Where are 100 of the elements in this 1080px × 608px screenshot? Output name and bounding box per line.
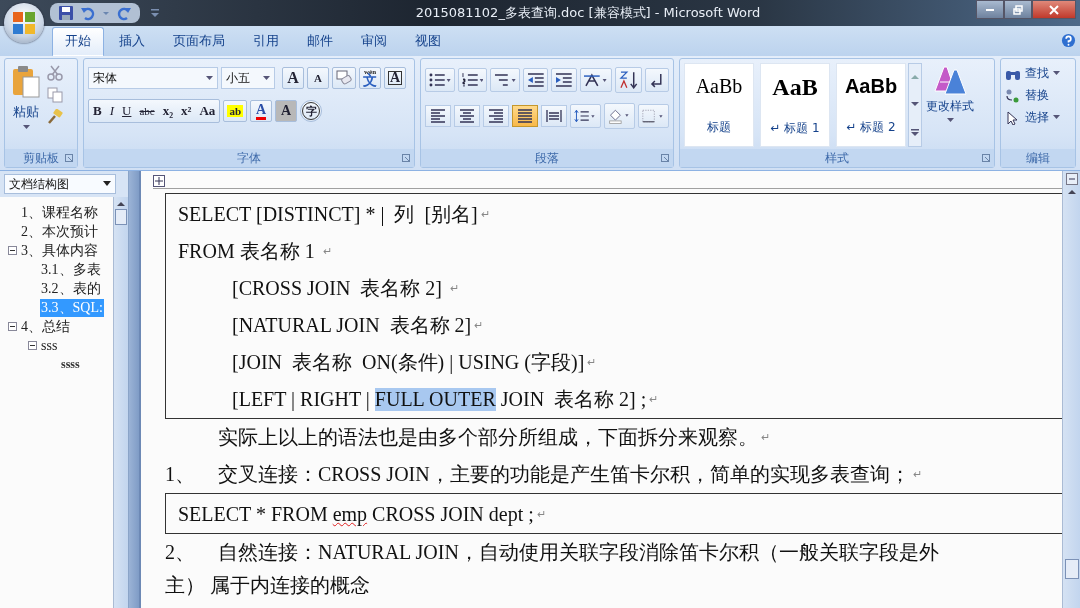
outline-item[interactable]: 2、本次预计 bbox=[20, 222, 99, 241]
window-title: 2015081102_多表查询.doc [兼容模式] - Microsoft Word bbox=[414, 4, 762, 22]
dialog-launcher-icon[interactable] bbox=[65, 154, 73, 162]
scroll-thumb[interactable] bbox=[115, 209, 127, 225]
dialog-launcher-icon[interactable] bbox=[402, 154, 410, 162]
group-title: 字体 bbox=[237, 149, 261, 167]
sort-icon[interactable] bbox=[614, 67, 643, 93]
save-icon[interactable] bbox=[58, 5, 74, 21]
dialog-launcher-icon[interactable] bbox=[982, 154, 990, 162]
multilevel-list-icon[interactable] bbox=[490, 68, 520, 92]
format-button[interactable]: U bbox=[118, 100, 136, 122]
align-button[interactable] bbox=[512, 105, 538, 127]
ribbon-tab[interactable]: 审阅 bbox=[348, 27, 400, 56]
scroll-up-icon[interactable] bbox=[1066, 189, 1077, 195]
restore-button[interactable] bbox=[1004, 0, 1032, 19]
more-icon[interactable] bbox=[911, 127, 919, 136]
minimize-button[interactable] bbox=[976, 0, 1004, 19]
customize-icon[interactable] bbox=[150, 7, 160, 19]
format-button[interactable]: x₂ bbox=[158, 100, 178, 122]
office-button[interactable] bbox=[4, 3, 44, 43]
align-icon bbox=[546, 109, 562, 123]
style-preset[interactable]: AaB ↵ 标题 1 bbox=[760, 63, 830, 147]
font-name-field[interactable]: 宋体 bbox=[88, 67, 218, 89]
change-styles-button[interactable]: 更改样式 bbox=[924, 63, 976, 147]
character-border-button[interactable]: A bbox=[384, 67, 406, 89]
group-title: 剪贴板 bbox=[23, 149, 59, 167]
scroll-up-icon[interactable] bbox=[116, 201, 126, 207]
align-button[interactable] bbox=[483, 105, 509, 127]
redo-icon[interactable] bbox=[116, 5, 132, 21]
font-color-button[interactable]: A bbox=[250, 100, 272, 122]
format-button[interactable]: abc bbox=[135, 100, 159, 122]
align-button[interactable] bbox=[454, 105, 480, 127]
caret-icon bbox=[1053, 71, 1060, 76]
scrollbar[interactable] bbox=[1062, 171, 1080, 608]
edit-command[interactable]: 查找 bbox=[1005, 65, 1071, 82]
dialog-launcher-icon[interactable] bbox=[661, 154, 669, 162]
align-icon bbox=[517, 109, 533, 123]
edit-command[interactable]: 选择 bbox=[1005, 109, 1071, 126]
table-move-handle-icon[interactable] bbox=[153, 175, 165, 187]
outline-item[interactable]: 4、总结 bbox=[20, 317, 71, 336]
shrink-font-button[interactable]: A bbox=[307, 67, 329, 89]
dropdown-icon bbox=[103, 181, 111, 187]
style-preset[interactable]: AaBb 标题 bbox=[684, 63, 754, 147]
line-spacing-icon[interactable] bbox=[570, 104, 601, 128]
restore-icon bbox=[1013, 4, 1023, 15]
ribbon-tab[interactable]: 页面布局 bbox=[160, 27, 238, 56]
highlight-button[interactable]: ab bbox=[223, 100, 247, 122]
increase-indent-icon[interactable] bbox=[551, 68, 578, 92]
edit-command[interactable]: 替换 bbox=[1005, 87, 1071, 104]
format-button[interactable]: x² bbox=[177, 100, 196, 122]
paragraph-mark-icon[interactable] bbox=[645, 68, 669, 92]
ribbon-tab[interactable]: 视图 bbox=[402, 27, 454, 56]
pane-view-dropdown[interactable]: 文档结构图 bbox=[4, 174, 116, 194]
close-icon bbox=[1049, 4, 1059, 15]
dropdown-icon bbox=[206, 75, 213, 81]
character-shading-button[interactable]: A bbox=[275, 100, 297, 122]
clipboard-icon bbox=[11, 65, 41, 99]
format-button[interactable]: I bbox=[105, 100, 118, 122]
ribbon-tab[interactable]: 开始 bbox=[52, 27, 104, 56]
styles-letters-icon bbox=[933, 65, 967, 95]
outline-item[interactable]: 3.2、表的 bbox=[40, 279, 102, 298]
borders-icon[interactable] bbox=[638, 104, 669, 128]
outline-item[interactable]: 3.1、多表 bbox=[40, 260, 102, 279]
help-icon[interactable] bbox=[1061, 33, 1076, 48]
text-direction-icon[interactable] bbox=[580, 68, 612, 92]
collapse-icon[interactable] bbox=[8, 322, 17, 331]
paragraph: 主） 属于内连接的概念 bbox=[165, 572, 371, 598]
outline-item[interactable]: sss bbox=[40, 337, 59, 354]
ribbon-tab[interactable]: 邮件 bbox=[294, 27, 346, 56]
ribbon-tab[interactable]: 引用 bbox=[240, 27, 292, 56]
paste-button[interactable]: 粘贴 bbox=[9, 63, 43, 145]
style-preset[interactable]: AaBb ↵ 标题 2 bbox=[836, 63, 906, 147]
clear-formatting-button[interactable] bbox=[332, 67, 356, 89]
grow-font-button[interactable]: A bbox=[282, 67, 304, 89]
format-button[interactable]: B bbox=[89, 100, 106, 122]
format-painter-icon[interactable] bbox=[47, 109, 63, 125]
align-button[interactable] bbox=[425, 105, 451, 127]
decrease-indent-icon[interactable] bbox=[522, 68, 549, 92]
scrollbar[interactable] bbox=[113, 197, 128, 608]
scroll-down-icon[interactable] bbox=[911, 101, 919, 107]
close-button[interactable] bbox=[1032, 0, 1076, 19]
font-size-field[interactable]: 小五 bbox=[221, 67, 275, 89]
undo-icon[interactable] bbox=[80, 5, 96, 21]
ruler-toggle-icon[interactable] bbox=[1065, 173, 1078, 185]
enclose-character-button[interactable]: 字 bbox=[300, 100, 322, 122]
replace-icon bbox=[1005, 88, 1021, 103]
numbered-paragraph: 1、 交叉连接：CROSS JOIN，主要的功能是产生笛卡尔积，简单的实现多表查询；↵ bbox=[165, 462, 923, 487]
collapse-icon[interactable] bbox=[28, 341, 37, 350]
outline-item[interactable]: ssss bbox=[60, 357, 81, 372]
bullet-list-icon[interactable] bbox=[425, 68, 455, 92]
collapse-icon[interactable] bbox=[8, 246, 17, 255]
align-button[interactable] bbox=[541, 105, 567, 127]
outline-item[interactable]: 3、具体内容 bbox=[20, 241, 99, 260]
ribbon-tab[interactable]: 插入 bbox=[106, 27, 158, 56]
code-line: [JOIN 表名称 ON(条件) | USING (字段)]↵ bbox=[231, 350, 598, 376]
outline-item[interactable]: 1、课程名称 bbox=[20, 203, 99, 222]
scroll-thumb[interactable] bbox=[1064, 559, 1079, 579]
gallery-scrollbar[interactable] bbox=[908, 63, 922, 147]
format-button[interactable]: Aa bbox=[195, 100, 220, 122]
numbered-list-icon[interactable] bbox=[457, 68, 488, 92]
